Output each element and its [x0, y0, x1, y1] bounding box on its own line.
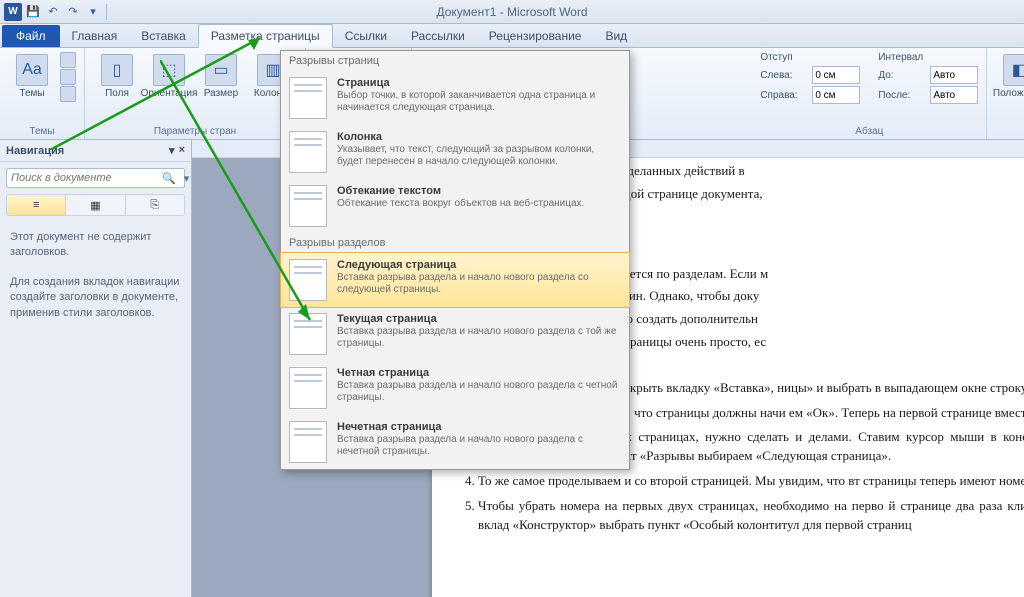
break-option-column[interactable]: КолонкаУказывает, что текст, следующий з… [281, 125, 629, 179]
group-page-setup: ▯Поля ⬚Ориентация ▭Размер ▥Колонки Парам… [85, 48, 306, 139]
window-title: Документ1 - Microsoft Word [436, 5, 587, 19]
close-icon[interactable]: × [179, 144, 185, 157]
group-label: Параметры стран [93, 124, 297, 137]
group-label: Абзац [760, 124, 978, 137]
continuous-section-icon [289, 313, 327, 355]
break-option-even-page[interactable]: Четная страницаВставка разрыва раздела и… [281, 361, 629, 415]
spacing-after-label: После: [878, 90, 926, 101]
column-break-icon [289, 131, 327, 173]
title-bar: W 💾 ↶ ↷ ▾ Документ1 - Microsoft Word [0, 0, 1024, 24]
word-app-icon[interactable]: W [4, 3, 22, 21]
doc-list-item[interactable]: Чтобы убрать номера на первых двух стран… [478, 497, 1024, 535]
indent-right-label: Справа: [760, 90, 808, 101]
tab-view[interactable]: Вид [593, 25, 639, 47]
search-icon[interactable]: 🔍 [158, 172, 180, 185]
headings-icon: ≡ [33, 199, 39, 211]
nav-view-tabs: ≡ ▦ ⎘ [6, 194, 185, 216]
theme-colors-icon[interactable] [60, 52, 76, 68]
position-icon: ◧ [1003, 54, 1024, 86]
pages-icon: ▦ [90, 199, 100, 212]
break-option-page[interactable]: СтраницаВыбор точки, в которой заканчива… [281, 71, 629, 125]
nav-tab-headings[interactable]: ≡ [7, 195, 66, 215]
margins-icon: ▯ [101, 54, 133, 86]
spacing-after-input[interactable] [930, 86, 978, 104]
margins-button[interactable]: ▯Поля [93, 52, 141, 101]
nav-empty-message: Этот документ не содержит заголовков. [10, 230, 181, 261]
tab-mailings[interactable]: Рассылки [399, 25, 477, 47]
size-icon: ▭ [205, 54, 237, 86]
indent-right-input[interactable] [812, 86, 860, 104]
navigation-pane: Навигация ▾ × 🔍 ▾ ≡ ▦ ⎘ Этот документ не… [0, 140, 192, 597]
file-tab[interactable]: Файл [2, 25, 60, 47]
break-option-text-wrapping[interactable]: Обтекание текстомОбтекание текста вокруг… [281, 179, 629, 233]
nav-help-message: Для создания вкладок навигации создайте … [10, 275, 181, 321]
themes-icon: Aa [16, 54, 48, 86]
spacing-header: Интервал [878, 52, 978, 63]
spacing-before-label: До: [878, 70, 926, 81]
theme-effects-icon[interactable] [60, 86, 76, 102]
break-option-odd-page[interactable]: Нечетная страницаВставка разрыва раздела… [281, 415, 629, 469]
theme-fonts-icon[interactable] [60, 69, 76, 85]
dropdown-section-header: Разрывы страниц [281, 51, 629, 71]
group-arrange: ◧Положение ◫Обтекание текстом [987, 48, 1024, 139]
size-button[interactable]: ▭Размер [197, 52, 245, 101]
break-option-next-page[interactable]: Следующая страницаВставка разрыва раздел… [281, 253, 629, 307]
group-themes: Aa Темы Темы [0, 48, 85, 139]
odd-page-section-icon [289, 421, 327, 463]
results-anchor-icon: ⎘ [150, 199, 159, 212]
separator [106, 4, 107, 20]
chevron-down-icon[interactable]: ▾ [169, 144, 175, 157]
tab-insert[interactable]: Вставка [129, 25, 198, 47]
themes-button[interactable]: Aa Темы [8, 52, 56, 101]
save-icon[interactable]: 💾 [24, 3, 42, 21]
nav-pane-header: Навигация ▾ × [0, 140, 191, 162]
spacing-before-input[interactable] [930, 66, 978, 84]
doc-list-item[interactable]: То же самое проделываем и со второй стра… [478, 472, 1024, 491]
indent-header: Отступ [760, 52, 860, 63]
undo-icon[interactable]: ↶ [44, 3, 62, 21]
orientation-button[interactable]: ⬚Ориентация [145, 52, 193, 101]
position-button[interactable]: ◧Положение [995, 52, 1024, 101]
break-option-continuous[interactable]: Текущая страницаВставка разрыва раздела … [281, 307, 629, 361]
indent-left-label: Слева: [760, 70, 808, 81]
tab-home[interactable]: Главная [60, 25, 130, 47]
text-wrap-break-icon [289, 185, 327, 227]
nav-tab-pages[interactable]: ▦ [66, 195, 125, 215]
nav-search-box[interactable]: 🔍 ▾ [6, 168, 185, 188]
ribbon-tabs: Файл Главная Вставка Разметка страницы С… [0, 24, 1024, 48]
orientation-icon: ⬚ [153, 54, 185, 86]
group-label [995, 135, 1024, 137]
tab-review[interactable]: Рецензирование [477, 25, 594, 47]
qat-customize-icon[interactable]: ▾ [84, 3, 102, 21]
search-input[interactable] [7, 169, 158, 187]
even-page-section-icon [289, 367, 327, 409]
breaks-dropdown: Разрывы страниц СтраницаВыбор точки, в к… [280, 50, 630, 470]
next-page-section-icon [289, 259, 327, 301]
quick-access-toolbar: W 💾 ↶ ↷ ▾ [4, 3, 109, 21]
group-label: Темы [8, 124, 76, 137]
group-paragraph: Отступ Слева: Справа: Интервал До: После… [752, 48, 987, 139]
tab-references[interactable]: Ссылки [333, 25, 399, 47]
dropdown-section-header: Разрывы разделов [281, 233, 629, 253]
redo-icon[interactable]: ↷ [64, 3, 82, 21]
tab-page-layout[interactable]: Разметка страницы [198, 24, 333, 48]
nav-tab-results[interactable]: ⎘ [126, 195, 184, 215]
indent-left-input[interactable] [812, 66, 860, 84]
page-break-icon [289, 77, 327, 119]
